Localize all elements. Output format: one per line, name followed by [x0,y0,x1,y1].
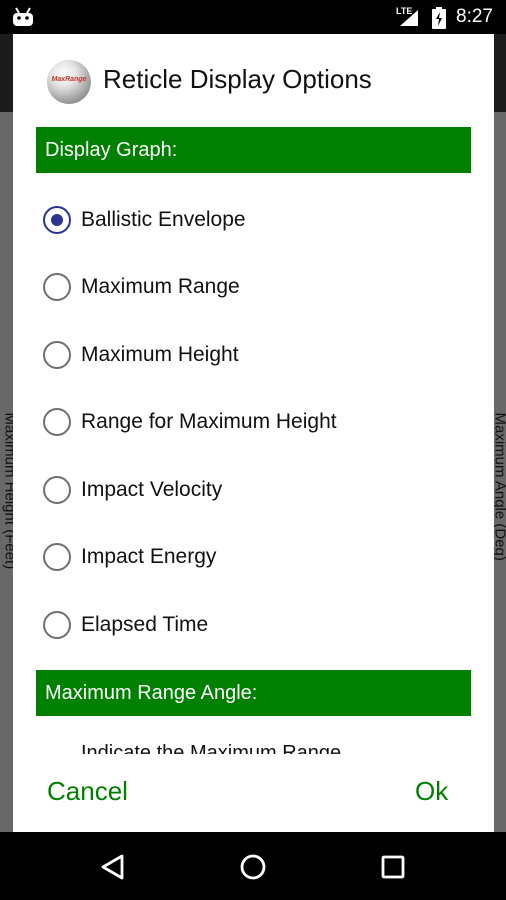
radio-label: Impact Velocity [81,478,223,501]
radio-button[interactable] [43,543,71,571]
radio-option-maximum-height[interactable]: Maximum Height [43,330,463,380]
navigation-bar [0,832,506,900]
section-header-maximum-range-angle: Maximum Range Angle: [36,670,471,716]
battery-icon [432,7,446,29]
radio-button[interactable] [43,341,71,369]
logo-text: MaxRange [51,76,87,83]
radio-label: Maximum Range [81,275,240,298]
radio-option-ballistic-envelope[interactable]: Ballistic Envelope [43,195,463,245]
radio-button[interactable] [43,273,71,301]
radio-option-impact-energy[interactable]: Impact Energy [43,532,463,582]
radio-label: Maximum Height [81,343,239,366]
radio-option-maximum-range[interactable]: Maximum Range [43,262,463,312]
dialog-title: Reticle Display Options [103,64,372,94]
home-icon[interactable] [236,850,270,884]
app-logo: MaxRange [47,60,91,104]
radio-label: Elapsed Time [81,613,209,636]
radio-label: Impact Energy [81,545,217,568]
signal-icon [400,10,418,26]
radio-option-elapsed-time[interactable]: Elapsed Time [43,600,463,650]
scroll-clip-region: Indicate the Maximum Range [13,734,494,754]
section-header-display-graph: Display Graph: [36,127,471,173]
radio-button-checked[interactable] [43,206,71,234]
radio-button[interactable] [43,611,71,639]
radio-button[interactable] [43,476,71,504]
ok-button[interactable]: Ok [415,776,448,807]
recents-icon[interactable] [376,850,410,884]
radio-option-range-for-maximum-height[interactable]: Range for Maximum Height [43,397,463,447]
reticle-display-options-dialog: MaxRange Reticle Display Options Display… [13,34,494,832]
status-time: 8:27 [456,6,493,27]
android-icon [13,7,33,26]
maximum-range-description: Indicate the Maximum Range [81,742,342,754]
radio-label: Ballistic Envelope [81,208,246,231]
back-icon[interactable] [96,850,130,884]
radio-label: Range for Maximum Height [81,410,337,433]
radio-button[interactable] [43,408,71,436]
dialog-header: MaxRange Reticle Display Options [13,34,494,126]
cancel-button[interactable]: Cancel [47,776,128,807]
radio-option-impact-velocity[interactable]: Impact Velocity [43,465,463,515]
status-bar: LTE 8:27 [0,0,506,34]
radio-dot [50,213,63,226]
